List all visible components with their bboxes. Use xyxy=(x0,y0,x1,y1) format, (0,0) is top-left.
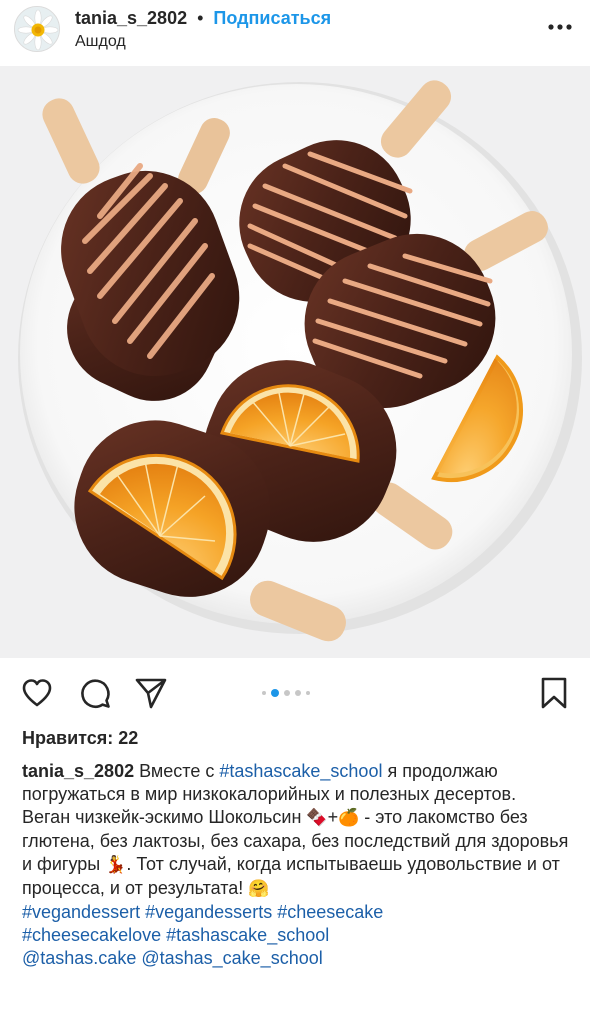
carousel-dot xyxy=(284,690,290,696)
mention-link[interactable]: @tashas.cake xyxy=(22,948,136,968)
caption-text: Веган чизкейк-эскимо Шокольсин xyxy=(22,807,307,827)
ellipsis-icon xyxy=(548,24,572,30)
hashtag-link[interactable]: #tashascake_school xyxy=(219,761,382,781)
carousel-dot-active xyxy=(271,689,279,697)
orange-emoji: 🍊 xyxy=(338,808,360,828)
caption-paragraph-1: tania_s_2802 Вместе с #tashascake_school… xyxy=(22,760,570,806)
mention-link[interactable]: @tashas_cake_school xyxy=(141,948,322,968)
send-icon xyxy=(135,678,167,709)
hugging-emoji: 🤗 xyxy=(248,879,270,899)
hashtag-link[interactable]: #cheesecakelove xyxy=(22,925,161,945)
likes-count[interactable]: Нравится: 22 xyxy=(22,728,138,749)
hashtag-link[interactable]: #tashascake_school xyxy=(166,925,329,945)
dancer-emoji: 💃 xyxy=(105,855,127,875)
hashtag-link[interactable]: #vegandesserts xyxy=(145,902,272,922)
user-line: tania_s_2802 • Подписаться xyxy=(75,7,331,29)
action-bar xyxy=(0,668,590,716)
caption-text: + xyxy=(327,807,339,827)
mentions-line: @tashas.cake @tashas_cake_school xyxy=(22,947,570,970)
carousel-indicator xyxy=(262,689,310,697)
post-header: tania_s_2802 • Подписаться Ашдод xyxy=(0,0,590,62)
hashtag-link[interactable]: #vegandessert xyxy=(22,902,140,922)
hashtags-line-2: #cheesecakelove #tashascake_school xyxy=(22,924,570,947)
caption-text: Вместе с xyxy=(134,761,220,781)
caption-paragraph-2: Веган чизкейк-эскимо Шокольсин 🍫+🍊 - это… xyxy=(22,806,570,901)
carousel-dot xyxy=(306,691,310,695)
avatar[interactable] xyxy=(14,6,60,52)
separator-dot: • xyxy=(197,7,204,28)
bookmark-icon xyxy=(541,677,567,709)
like-button[interactable] xyxy=(20,676,54,710)
follow-button[interactable]: Подписаться xyxy=(213,8,331,29)
hashtags-line-1: #vegandessert #vegandesserts #cheesecake xyxy=(22,901,570,924)
share-button[interactable] xyxy=(134,676,168,710)
comment-icon xyxy=(81,679,110,708)
caption-username[interactable]: tania_s_2802 xyxy=(22,761,134,781)
more-options-button[interactable] xyxy=(546,16,574,36)
heart-icon xyxy=(22,679,52,707)
post-caption: tania_s_2802 Вместе с #tashascake_school… xyxy=(22,760,570,970)
save-button[interactable] xyxy=(537,676,571,710)
hashtag-link[interactable]: #cheesecake xyxy=(277,902,383,922)
username-link[interactable]: tania_s_2802 xyxy=(75,8,187,29)
post-photo[interactable] xyxy=(0,66,590,658)
carousel-dot xyxy=(262,691,266,695)
carousel-dot xyxy=(295,690,301,696)
user-block: tania_s_2802 • Подписаться Ашдод xyxy=(75,7,331,51)
chocolate-emoji: 🍫 xyxy=(306,808,328,828)
location-link[interactable]: Ашдод xyxy=(75,33,331,51)
comment-button[interactable] xyxy=(78,676,112,710)
